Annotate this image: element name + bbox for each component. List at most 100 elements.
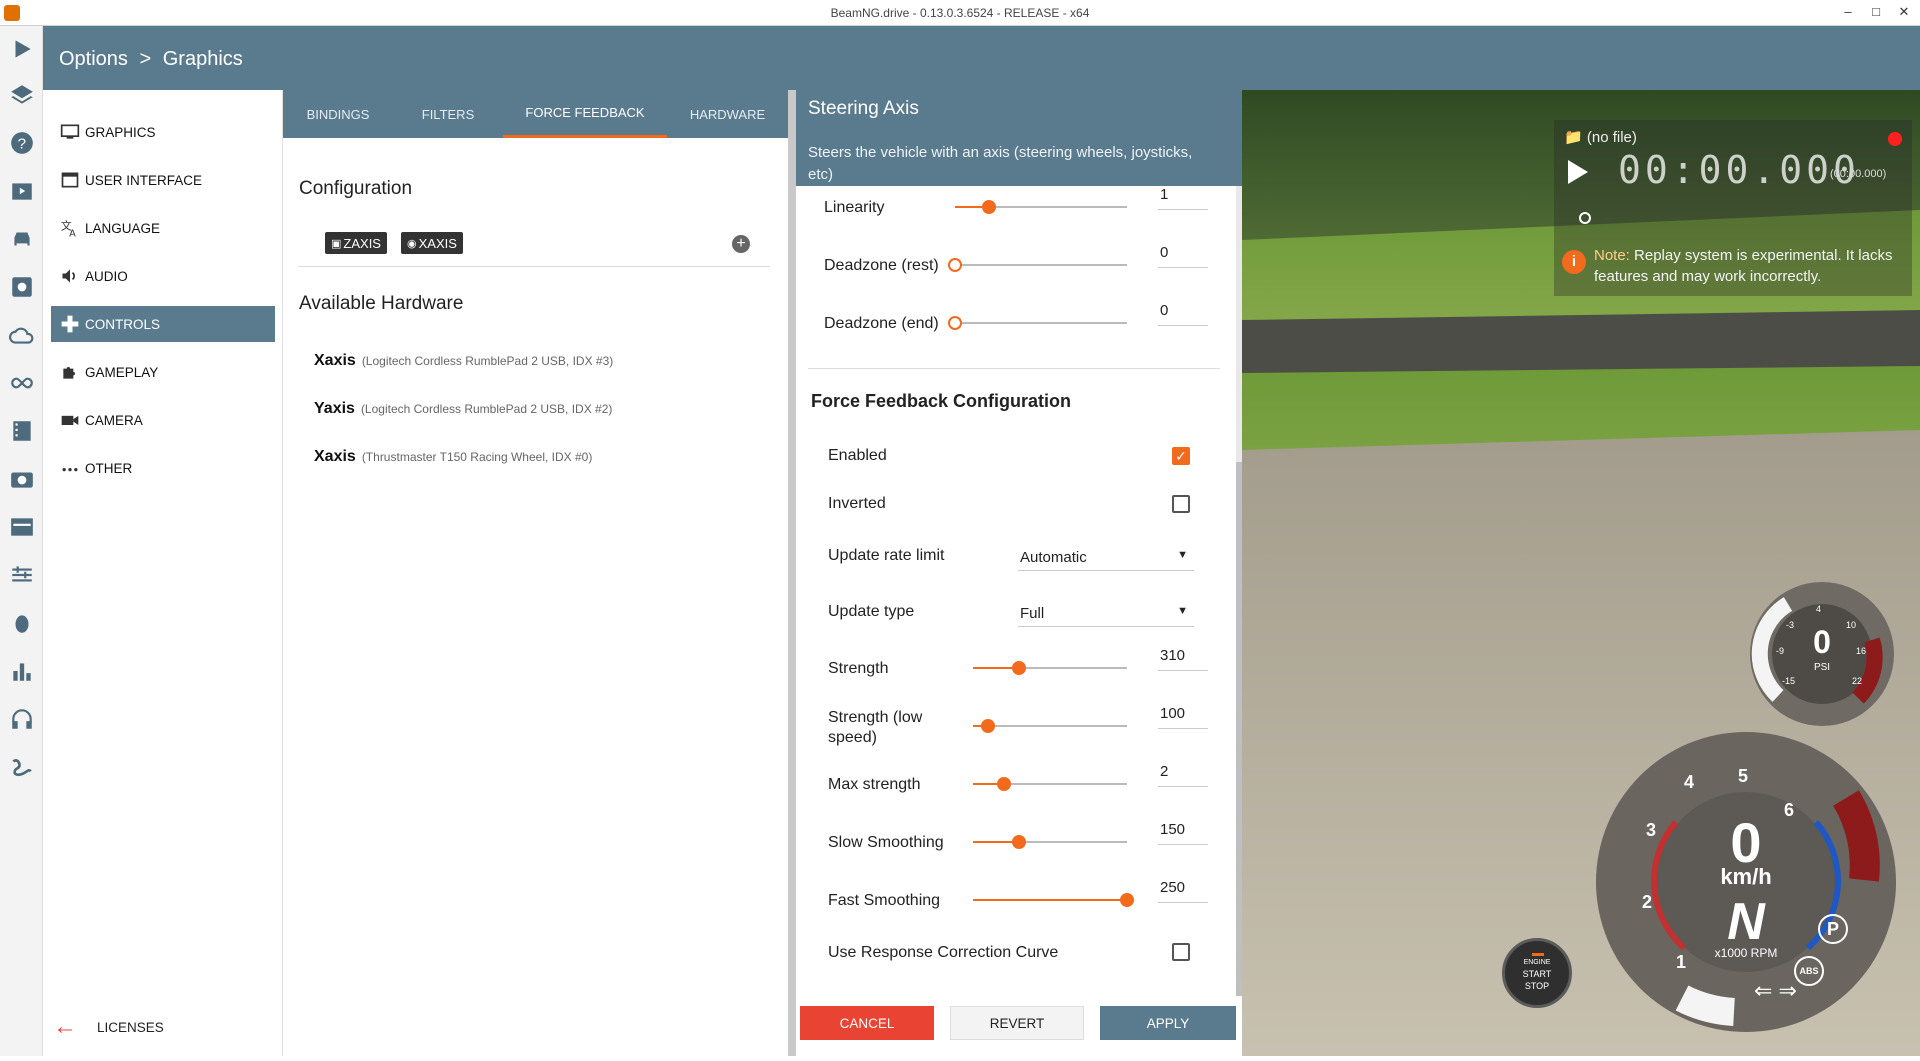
puzzle-icon <box>59 361 81 383</box>
category-language[interactable]: 文A LANGUAGE <box>51 210 275 246</box>
slider-track[interactable] <box>955 322 1127 324</box>
parking-brake-icon: P <box>1818 914 1848 944</box>
category-user-interface[interactable]: USER INTERFACE <box>51 162 275 198</box>
rpm-tick: 6 <box>1784 800 1795 820</box>
minimize-icon[interactable]: – <box>1836 2 1860 22</box>
binding-chip-xaxis[interactable]: ◉ XAXIS <box>401 232 463 254</box>
slider-knob[interactable] <box>982 200 997 214</box>
update-rate-select[interactable]: Automatic ▼ <box>1018 545 1194 571</box>
path-icon[interactable] <box>8 753 36 781</box>
slider-knob[interactable] <box>948 258 962 272</box>
rpm-tick: 5 <box>1738 766 1749 786</box>
strength-low-speed-value[interactable]: 100 <box>1158 705 1208 729</box>
strength-low-speed-slider[interactable] <box>973 718 1127 734</box>
strength-slider[interactable] <box>973 660 1127 676</box>
bindings-pane: Configuration Available Hardware <box>283 138 788 1056</box>
pane-splitter[interactable] <box>788 90 796 1056</box>
gamepad-icon <box>59 313 81 335</box>
replay-time: 00:00.000 <box>1618 148 1860 192</box>
fast-smoothing-slider[interactable] <box>973 892 1134 908</box>
response-curve-checkbox[interactable] <box>1172 943 1190 961</box>
strength-low-speed-label: Strength (low speed) <box>828 709 923 746</box>
infinity-icon[interactable] <box>8 369 36 397</box>
strength-label: Strength <box>828 660 889 677</box>
turbo-tick: 16 <box>1856 646 1867 656</box>
linearity-value[interactable]: 1 <box>1158 186 1208 210</box>
licenses-link[interactable]: ← LICENSES <box>43 1012 283 1042</box>
max-strength-slider[interactable] <box>973 776 1127 792</box>
tab-filters[interactable]: FILTERS <box>393 90 503 138</box>
binding-chip-zaxis[interactable]: ▣ ZAXIS <box>325 232 387 254</box>
turbo-tick: -15 <box>1782 676 1796 686</box>
hardware-item[interactable]: Xaxis (Thrustmaster T150 Racing Wheel, I… <box>314 448 592 466</box>
hardware-item[interactable]: Xaxis (Logitech Cordless RumblePad 2 USB… <box>314 352 613 370</box>
strength-value[interactable]: 310 <box>1158 647 1208 671</box>
slider-knob[interactable] <box>981 719 996 733</box>
photo-camera-icon[interactable] <box>8 465 36 493</box>
play-icon[interactable] <box>1568 160 1588 184</box>
stats-icon[interactable] <box>8 657 36 685</box>
update-type-select[interactable]: Full ▼ <box>1018 601 1194 627</box>
layers-icon[interactable] <box>8 81 36 109</box>
category-camera[interactable]: CAMERA <box>51 402 275 438</box>
turbo-tick: -9 <box>1776 646 1785 656</box>
replay-position-knob[interactable] <box>1579 212 1591 224</box>
deadzone-end-value[interactable]: 0 <box>1158 302 1208 326</box>
tab-force-feedback[interactable]: FORCE FEEDBACK <box>503 90 667 138</box>
slow-smoothing-slider[interactable] <box>973 834 1127 850</box>
add-binding-button[interactable]: + <box>732 235 750 253</box>
category-label: LANGUAGE <box>85 220 161 236</box>
cancel-button[interactable]: CANCEL <box>800 1006 934 1040</box>
slider-knob[interactable] <box>948 316 962 330</box>
category-controls[interactable]: CONTROLS <box>51 306 275 342</box>
slider-track[interactable] <box>973 725 1127 727</box>
sliders-icon[interactable] <box>8 561 36 589</box>
record-icon[interactable] <box>1888 132 1902 146</box>
cloud-icon[interactable] <box>8 321 36 349</box>
hardware-item[interactable]: Yaxis (Logitech Cordless RumblePad 2 USB… <box>314 400 612 418</box>
tab-hardware[interactable]: HARDWARE <box>667 90 788 138</box>
tab-bindings[interactable]: BINDINGS <box>283 90 393 138</box>
play-icon[interactable] <box>8 35 36 63</box>
monitor-icon <box>59 121 81 143</box>
category-label: AUDIO <box>85 268 128 284</box>
scenario-icon[interactable] <box>8 177 36 205</box>
headphones-icon[interactable] <box>8 705 36 733</box>
settings-icon[interactable] <box>8 273 36 301</box>
chevron-down-icon: ▼ <box>1177 605 1188 617</box>
close-icon[interactable]: ✕ <box>1892 2 1916 22</box>
category-graphics[interactable]: GRAPHICS <box>51 114 275 150</box>
deadzone-end-slider[interactable] <box>948 315 1127 331</box>
slider-track[interactable] <box>955 264 1127 266</box>
car-icon[interactable] <box>8 225 36 253</box>
revert-button[interactable]: REVERT <box>950 1006 1084 1040</box>
inverted-checkbox[interactable] <box>1172 495 1190 513</box>
layout-icon[interactable] <box>8 513 36 541</box>
maximize-icon[interactable]: □ <box>1864 2 1888 22</box>
back-arrow-icon[interactable]: ← <box>53 1015 83 1039</box>
linearity-slider[interactable] <box>955 199 1127 215</box>
deadzone-rest-value[interactable]: 0 <box>1158 244 1208 268</box>
deadzone-rest-slider[interactable] <box>948 257 1127 273</box>
slider-knob[interactable] <box>1120 893 1134 907</box>
category-label: CONTROLS <box>85 316 161 332</box>
apply-button[interactable]: APPLY <box>1100 1006 1236 1040</box>
category-audio[interactable]: AUDIO <box>51 258 275 294</box>
engine-label: STOP <box>1524 981 1550 991</box>
breadcrumb-options[interactable]: Options <box>59 48 128 70</box>
slider-knob[interactable] <box>996 777 1011 791</box>
slider-knob[interactable] <box>1012 661 1027 675</box>
camera-icon <box>59 409 81 431</box>
help-icon[interactable]: ? <box>8 129 36 157</box>
film-icon[interactable] <box>8 417 36 445</box>
engine-start-stop-button[interactable]: ENGINE START STOP <box>1502 938 1572 1008</box>
fast-smoothing-value[interactable]: 250 <box>1158 879 1208 903</box>
category-gameplay[interactable]: GAMEPLAY <box>51 354 275 390</box>
category-other[interactable]: OTHER <box>51 450 275 486</box>
hardware-device: (Thrustmaster T150 Racing Wheel, IDX #0) <box>361 450 593 464</box>
slow-smoothing-value[interactable]: 150 <box>1158 821 1208 845</box>
enabled-checkbox[interactable]: ✓ <box>1172 447 1190 465</box>
max-strength-value[interactable]: 2 <box>1158 763 1208 787</box>
slider-knob[interactable] <box>1012 835 1027 849</box>
bug-icon[interactable] <box>8 609 36 637</box>
